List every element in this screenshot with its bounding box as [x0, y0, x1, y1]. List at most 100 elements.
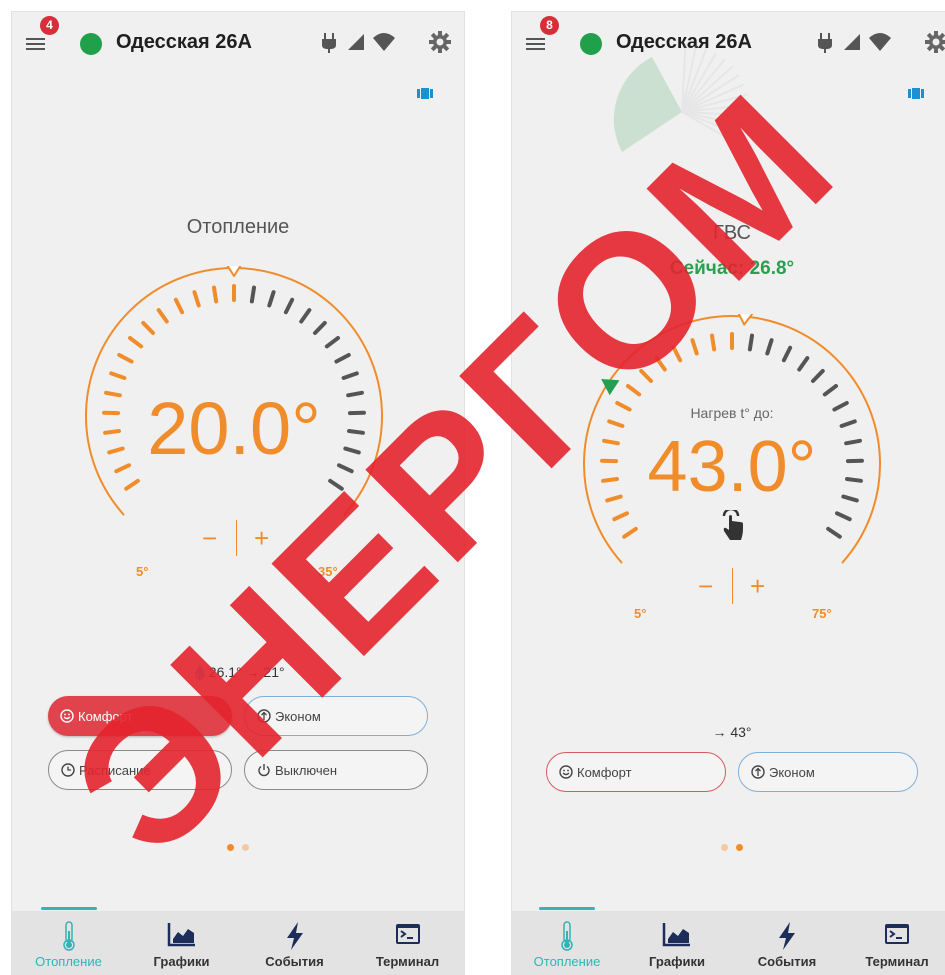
- mode-off-button[interactable]: Выключен: [244, 750, 428, 790]
- target-temperature: 43.0°: [647, 427, 817, 507]
- bottom-navigation: Отопление Графики События Терминал: [12, 907, 464, 975]
- nav-terminal[interactable]: Терминал: [842, 911, 945, 975]
- dial-tick: [328, 478, 344, 491]
- logo-fan-line: [681, 52, 717, 113]
- dial-tick: [312, 320, 327, 335]
- clock-icon: [61, 763, 75, 777]
- decrease-button[interactable]: −: [698, 573, 713, 599]
- dial-tick: [797, 356, 810, 372]
- dial-tick: [835, 511, 852, 522]
- dial-tick: [639, 368, 654, 383]
- page-dot-active[interactable]: [736, 844, 743, 851]
- app-header: 4 Одесская 26А: [12, 12, 464, 76]
- menu-button[interactable]: [26, 34, 48, 52]
- nav-heating[interactable]: Отопление: [512, 907, 622, 975]
- device-title: Одесская 26А: [116, 31, 252, 53]
- terminal-icon: [395, 924, 420, 944]
- nav-active-indicator: [539, 907, 595, 910]
- brand-logo-watermark-icon: [613, 44, 750, 152]
- dial-tick: [109, 371, 127, 380]
- increase-button[interactable]: +: [254, 525, 269, 551]
- temperature-dial[interactable]: 20.0°: [84, 266, 384, 586]
- plus-minus-divider: [236, 520, 237, 556]
- nav-label: Отопление: [35, 954, 102, 969]
- nav-heating[interactable]: Отопление: [12, 907, 125, 975]
- bottom-navigation: Отопление Графики События Терминал: [512, 907, 945, 975]
- online-status-indicator: [580, 33, 602, 55]
- target-temperature: 20.0°: [147, 387, 321, 470]
- dial-tick: [822, 384, 839, 397]
- mode-econom-button[interactable]: Эконом: [738, 752, 918, 792]
- touch-hand-icon: [722, 510, 743, 540]
- page-dot-active[interactable]: [227, 844, 234, 851]
- wifi-icon: [869, 33, 891, 51]
- menu-button[interactable]: [526, 34, 548, 52]
- min-temperature-label: 5°: [634, 606, 647, 621]
- dial-tick: [826, 526, 842, 539]
- dial-tick: [690, 338, 699, 356]
- dial-tick: [781, 345, 793, 363]
- nav-label: Терминал: [375, 954, 440, 969]
- mode-comfort-button[interactable]: Комфорт: [48, 696, 232, 736]
- max-temperature-label: 75°: [812, 606, 832, 621]
- dial-tick: [334, 352, 351, 364]
- page-dot[interactable]: [242, 844, 249, 851]
- mode-label: Эконом: [275, 708, 321, 724]
- decrease-button[interactable]: −: [202, 525, 217, 551]
- mode-label: Эконом: [769, 764, 815, 780]
- smile-icon: [60, 709, 74, 723]
- dial-tick: [612, 511, 629, 522]
- dial-tick: [622, 526, 638, 539]
- thermometer-icon: [561, 921, 573, 951]
- online-status-indicator: [80, 33, 102, 55]
- page-dot[interactable]: [721, 844, 728, 851]
- nav-events[interactable]: События: [238, 911, 351, 975]
- nav-label: Терминал: [865, 954, 929, 969]
- power-icon: [258, 764, 270, 777]
- gear-icon[interactable]: [428, 30, 452, 54]
- dial-tick: [747, 333, 755, 352]
- signal-icon: [844, 34, 860, 50]
- logo-fan-line: [681, 111, 742, 147]
- notification-badge: 4: [40, 16, 59, 35]
- heat-target-label: Нагрев t° до:: [690, 405, 774, 421]
- power-plug-icon: [322, 33, 336, 53]
- dial-tick: [654, 356, 667, 372]
- device-battery-icon: [908, 88, 924, 99]
- dial-tick: [324, 336, 341, 349]
- mode-comfort-button[interactable]: Комфорт: [546, 752, 726, 792]
- device-battery-icon: [417, 88, 433, 99]
- heating-screen: 4 Одесская 26А Отопление 20.0° − + 5° 35…: [12, 12, 464, 975]
- nav-terminal[interactable]: Терминал: [351, 911, 464, 975]
- nav-label: События: [265, 954, 324, 969]
- current-temp-marker: [601, 379, 620, 396]
- dial-tick: [141, 320, 156, 335]
- nav-events[interactable]: События: [732, 911, 842, 975]
- dial-tick: [765, 338, 774, 356]
- hot-water-screen: 8 Одесская 26А ГВС Сейчас: 26.8° Нагрев …: [512, 12, 945, 975]
- nav-active-indicator: [40, 907, 97, 910]
- plus-minus-divider: [732, 568, 733, 604]
- nav-label: Графики: [649, 954, 705, 969]
- eco-icon: [257, 709, 271, 723]
- mode-schedule-button[interactable]: Расписание: [48, 750, 232, 790]
- thermometer-icon: [62, 921, 75, 951]
- increase-button[interactable]: +: [750, 573, 765, 599]
- signal-icon: [348, 34, 364, 50]
- dial-tick: [173, 297, 185, 315]
- nav-label: Отопление: [533, 954, 601, 969]
- dial-tick: [156, 308, 169, 324]
- nav-charts[interactable]: Графики: [622, 911, 732, 975]
- current-info: → 43°: [712, 724, 752, 740]
- max-temperature-label: 35°: [318, 564, 338, 579]
- gear-icon[interactable]: [924, 30, 945, 54]
- page-indicator: [12, 838, 464, 856]
- notification-badge: 8: [540, 16, 559, 35]
- mode-econom-button[interactable]: Эконом: [244, 696, 428, 736]
- current-info: 💧26.1° → 21°: [191, 664, 285, 680]
- terminal-icon: [885, 924, 909, 944]
- nav-charts[interactable]: Графики: [125, 911, 238, 975]
- dial-tick: [249, 285, 257, 304]
- dial-tick: [124, 478, 140, 491]
- smile-icon: [559, 765, 573, 779]
